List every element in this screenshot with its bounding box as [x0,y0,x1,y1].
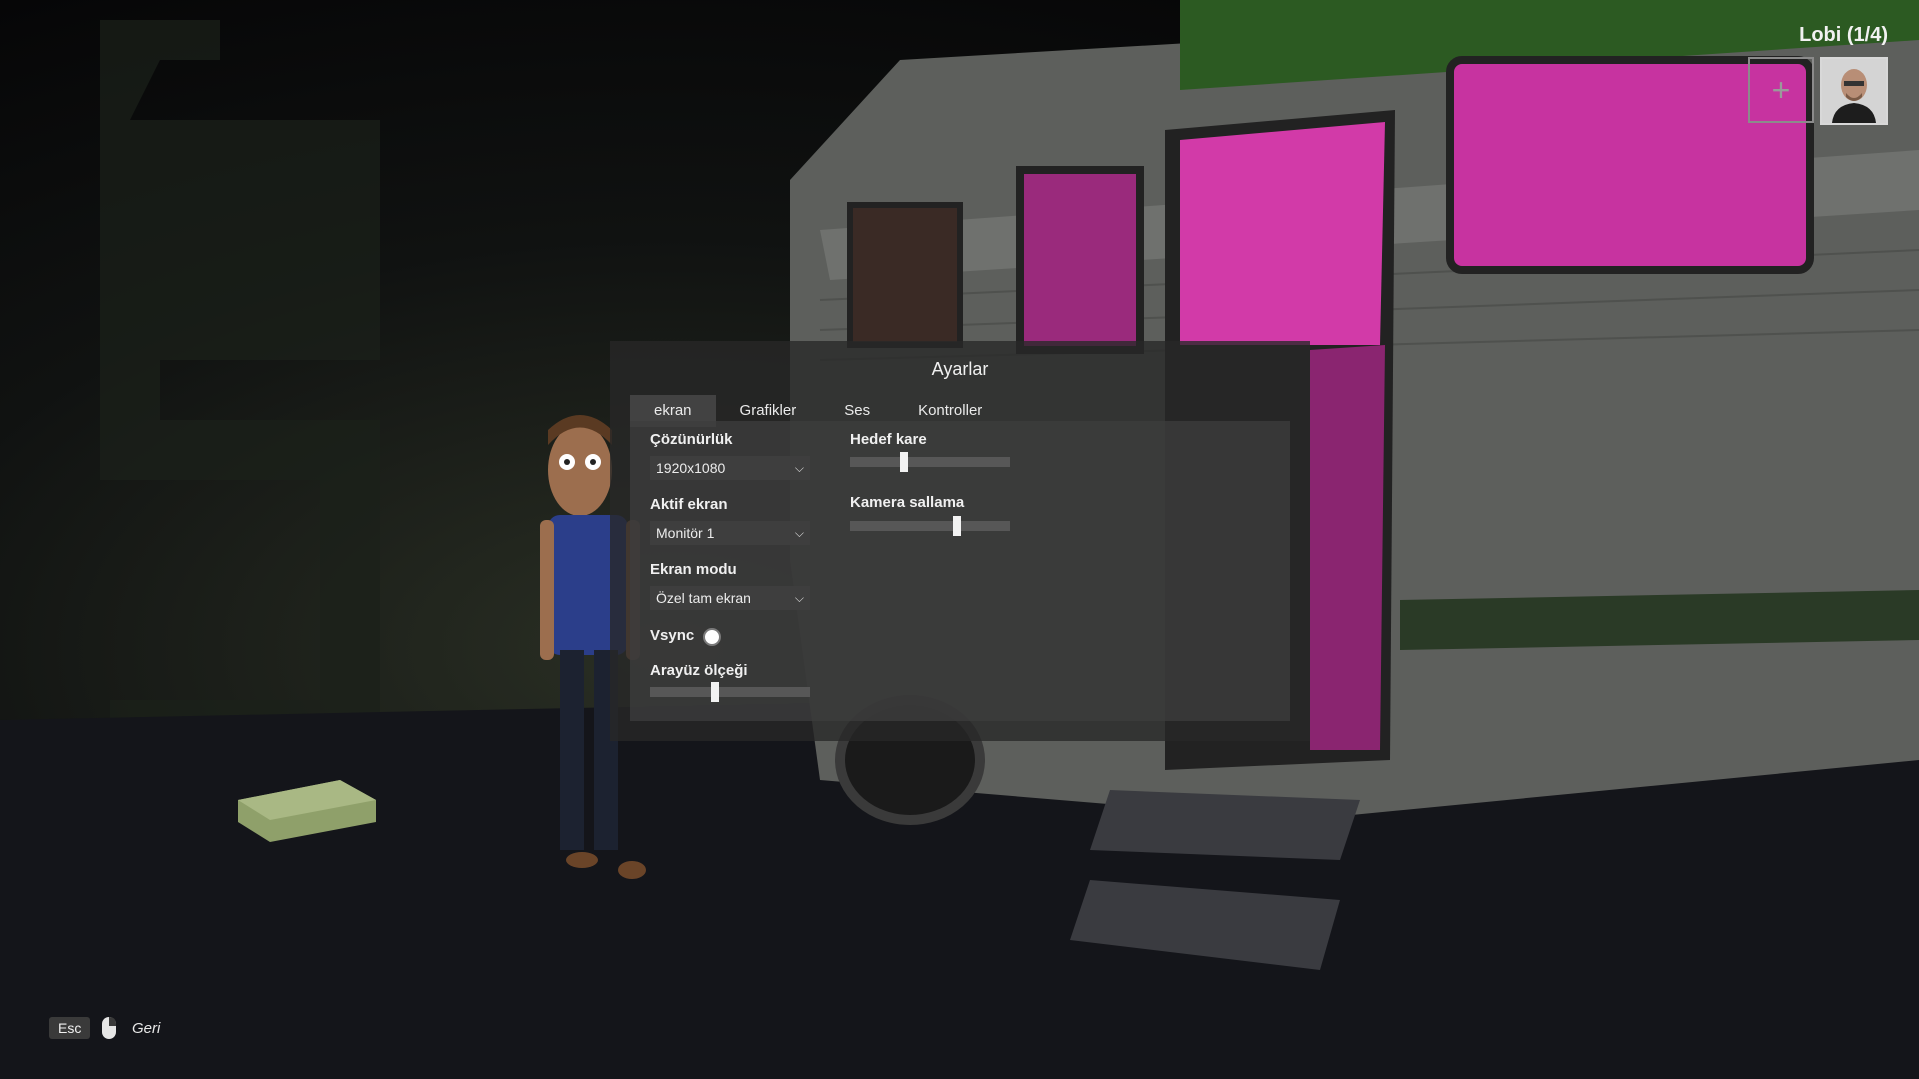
plus-icon: + [1771,71,1791,108]
settings-title: Ayarlar [931,359,989,379]
screen-mode-value: Özel tam ekran [656,590,751,606]
player-avatar[interactable] [1820,57,1888,125]
active-screen-value: Monitör 1 [656,525,715,541]
invite-player-slot[interactable]: + [1748,57,1814,123]
back-label: Geri [132,1020,161,1037]
vsync-toggle[interactable] [703,628,721,646]
camera-shake-slider-handle[interactable] [953,516,962,536]
lobby-title: Lobi (1/4) [1799,24,1888,46]
chevron-down-icon: ⌵ [794,526,804,540]
lobby-slots: + [1748,57,1888,125]
ui-scale-label: Arayüz ölçeği [650,662,748,679]
active-screen-label: Aktif ekran [650,496,728,513]
screen-mode-label: Ekran modu [650,561,737,578]
ui-scale-slider[interactable] [650,682,810,702]
settings-panel: Ayarlar ekran Grafikler Ses Kontroller Ç… [610,341,1310,741]
mouse-right-click-icon [102,1017,116,1039]
chevron-down-icon: ⌵ [794,591,804,605]
esc-key-hint[interactable]: Esc [49,1017,91,1039]
camera-shake-label: Kamera sallama [850,494,965,511]
target-frame-slider[interactable] [850,452,1010,472]
vsync-label: Vsync [650,627,695,644]
resolution-label: Çözünürlük [650,431,733,448]
camera-shake-slider[interactable] [850,516,1010,536]
screen-mode-dropdown[interactable]: Özel tam ekran ⌵ [650,586,810,610]
resolution-dropdown[interactable]: 1920x1080 ⌵ [650,456,810,480]
resolution-value: 1920x1080 [656,460,726,476]
active-screen-dropdown[interactable]: Monitör 1 ⌵ [650,521,810,545]
target-frame-slider-handle[interactable] [900,452,909,472]
avatar-portrait-icon [1822,59,1886,123]
settings-content: Çözünürlük 1920x1080 ⌵ Aktif ekran Monit… [630,421,1290,721]
ui-scale-slider-handle[interactable] [710,682,719,702]
target-frame-label: Hedef kare [850,431,927,448]
chevron-down-icon: ⌵ [794,461,804,475]
